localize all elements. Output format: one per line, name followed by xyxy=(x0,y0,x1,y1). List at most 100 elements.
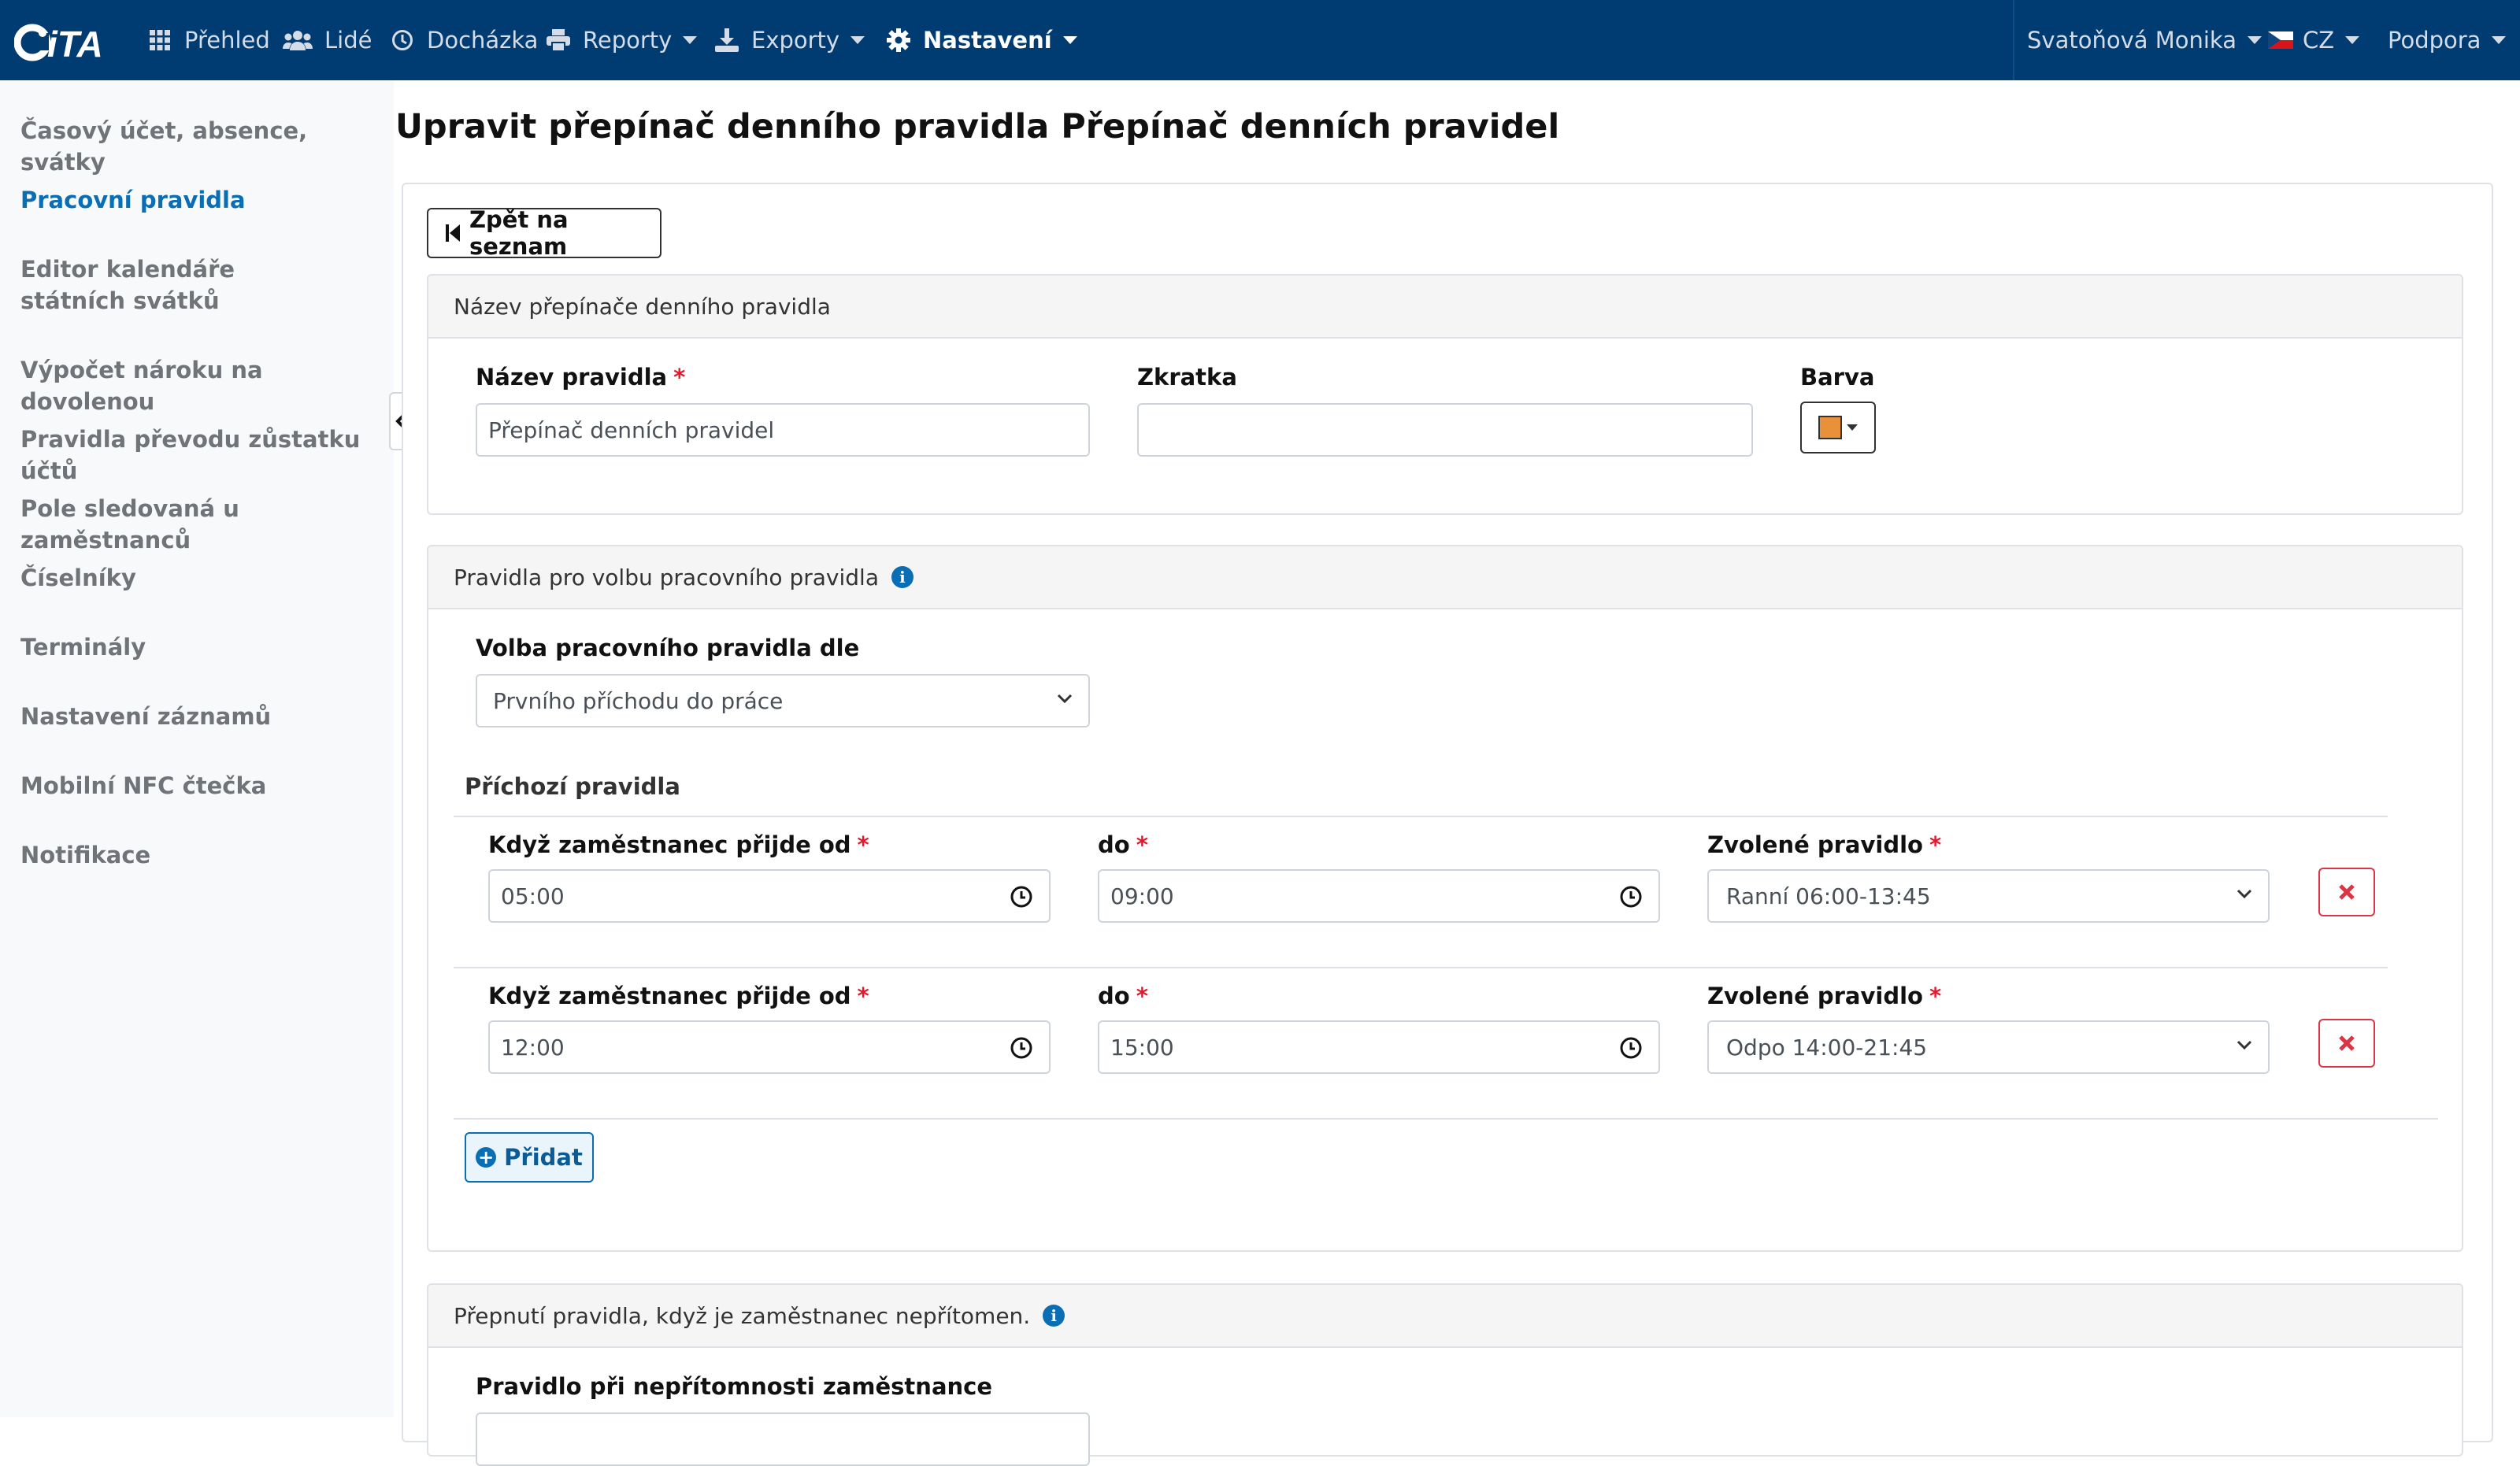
nav-item-label: Exporty xyxy=(751,27,840,54)
color-picker-button[interactable] xyxy=(1800,402,1876,453)
arrival-to-time-input[interactable]: 09:00 xyxy=(1098,869,1660,923)
nav-item-label: Lidé xyxy=(324,27,372,54)
rule-name-value: Přepínač denních pravidel xyxy=(488,416,775,443)
required-asterisk: * xyxy=(1136,831,1148,858)
back-button-label: Zpět na seznam xyxy=(469,206,569,260)
arrival-from-label-text: Když zaměstnanec přijde od xyxy=(488,983,851,1009)
page-title: Upravit přepínač denního pravidla Přepín… xyxy=(395,107,1560,146)
sidebar-item-mobilni-nfc[interactable]: Mobilní NFC čtečka xyxy=(20,770,375,801)
arrival-to-time-input[interactable]: 15:00 xyxy=(1098,1020,1660,1074)
divider xyxy=(454,967,2388,968)
abbreviation-input[interactable] xyxy=(1137,403,1753,457)
nav-item-label: Docházka xyxy=(427,27,539,54)
absence-rule-select[interactable] xyxy=(476,1412,1090,1466)
users-icon xyxy=(282,27,313,54)
sidebar: Časový účet, absence, svátky Pracovní pr… xyxy=(0,80,394,1417)
color-swatch xyxy=(1818,416,1842,439)
arrival-to-value: 09:00 xyxy=(1110,883,1174,909)
user-menu[interactable]: Svatoňová Monika xyxy=(2027,0,2262,80)
name-panel-header: Název přepínače denního pravidla xyxy=(428,276,2462,339)
step-backward-icon xyxy=(446,224,460,242)
rule-name-input[interactable]: Přepínač denních pravidel xyxy=(476,403,1090,457)
back-to-list-button[interactable]: Zpět na seznam xyxy=(427,206,662,260)
sidebar-item-casovy-ucet[interactable]: Časový účet, absence, svátky xyxy=(20,115,375,178)
sidebar-item-notifikace[interactable]: Notifikace xyxy=(20,839,375,871)
arrival-from-label-text: Když zaměstnanec přijde od xyxy=(488,831,851,858)
nav-item-exporty[interactable]: Exporty xyxy=(713,0,865,80)
sidebar-item-ciselniky[interactable]: Číselníky xyxy=(20,562,375,594)
absence-rule-label: Pravidlo při nepřítomnosti zaměstnance xyxy=(476,1373,993,1400)
selected-rule-label: Zvolené pravidlo * xyxy=(1707,983,1941,1009)
chevron-down-icon xyxy=(1057,693,1073,704)
arrival-from-time-input[interactable]: 12:00 xyxy=(488,1020,1051,1074)
arrival-to-label: do * xyxy=(1098,831,1148,858)
arrival-to-value: 15:00 xyxy=(1110,1034,1174,1061)
chevron-down-icon xyxy=(683,36,698,44)
divider xyxy=(454,816,2388,817)
chevron-down-icon xyxy=(1847,424,1858,431)
nav-divider xyxy=(2013,0,2014,80)
nav-item-label: Přehled xyxy=(184,27,270,54)
chevron-down-icon xyxy=(2247,36,2262,44)
sidebar-item-editor-kalendare[interactable]: Editor kalendáře státních svátků xyxy=(20,254,335,317)
rules-panel-title: Pravidla pro volbu pracovního pravidla xyxy=(454,564,879,590)
absence-panel-title: Přepnutí pravidla, když je zaměstnanec n… xyxy=(454,1302,1031,1329)
sidebar-item-pole-sledovana[interactable]: Pole sledovaná u zaměstnanců xyxy=(20,493,375,556)
required-asterisk: * xyxy=(1929,831,1942,858)
nav-item-label: Nastavení xyxy=(923,27,1052,54)
add-rule-button[interactable]: + Přidat xyxy=(465,1132,594,1183)
info-icon[interactable]: i xyxy=(891,566,914,588)
selected-rule-select[interactable]: Odpo 14:00-21:45 xyxy=(1707,1020,2270,1074)
nav-item-label: Reporty xyxy=(583,27,673,54)
delete-row-button[interactable] xyxy=(2318,1019,2375,1068)
arrival-from-time-input[interactable]: 05:00 xyxy=(488,869,1051,923)
language-label: CZ xyxy=(2303,27,2335,54)
required-asterisk: * xyxy=(1136,983,1148,1009)
chevron-down-icon xyxy=(2236,888,2252,899)
add-button-label: Přidat xyxy=(504,1144,583,1171)
absence-panel-header: Přepnutí pravidla, když je zaměstnanec n… xyxy=(428,1285,2462,1348)
required-asterisk: * xyxy=(857,983,869,1009)
clock-icon xyxy=(389,27,416,54)
nav-item-nastaveni[interactable]: Nastavení xyxy=(885,0,1077,80)
rule-name-label-text: Název pravidla xyxy=(476,364,668,391)
nav-item-dochazka[interactable]: Docházka xyxy=(389,0,538,80)
info-icon[interactable]: i xyxy=(1043,1305,1065,1327)
sidebar-item-vypocet-naroku[interactable]: Výpočet nároku na dovolenou xyxy=(20,354,375,417)
czech-flag-icon xyxy=(2268,31,2293,49)
close-icon xyxy=(2339,1035,2355,1051)
print-icon xyxy=(545,27,572,54)
selected-rule-label-text: Zvolené pravidlo xyxy=(1707,831,1923,858)
nav-item-reporty[interactable]: Reporty xyxy=(545,0,698,80)
clock-icon[interactable] xyxy=(1010,885,1033,909)
sidebar-item-pracovni-pravidla[interactable]: Pracovní pravidla xyxy=(20,184,375,216)
arrival-from-label: Když zaměstnanec přijde od * xyxy=(488,831,869,858)
arrival-rules-title: Příchozí pravidla xyxy=(465,773,680,800)
top-navbar: iTA Přehled Lidé Docházka Reporty Export… xyxy=(0,0,2520,80)
chevron-down-icon xyxy=(1062,36,1077,44)
support-menu[interactable]: Podpora xyxy=(2388,0,2507,80)
rules-panel-header: Pravidla pro volbu pracovního pravidla i xyxy=(428,546,2462,609)
clock-icon[interactable] xyxy=(1619,1036,1643,1060)
selected-rule-select[interactable]: Ranní 06:00-13:45 xyxy=(1707,869,2270,923)
rule-choice-label: Volba pracovního pravidla dle xyxy=(476,635,860,661)
app-logo[interactable]: iTA xyxy=(14,20,120,63)
rule-choice-value: Prvního příchodu do práce xyxy=(493,687,784,714)
language-menu[interactable]: CZ xyxy=(2268,0,2360,80)
delete-row-button[interactable] xyxy=(2318,868,2375,916)
rule-choice-select[interactable]: Prvního příchodu do práce xyxy=(476,674,1090,727)
nav-item-lide[interactable]: Lidé xyxy=(282,0,372,80)
arrival-to-label: do * xyxy=(1098,983,1148,1009)
nav-item-prehled[interactable]: Přehled xyxy=(146,0,270,80)
user-name: Svatoňová Monika xyxy=(2027,27,2236,54)
clock-icon[interactable] xyxy=(1010,1036,1033,1060)
arrival-to-label-text: do xyxy=(1098,983,1130,1009)
sidebar-item-pravidla-prevodu[interactable]: Pravidla převodu zůstatku účtů xyxy=(20,424,375,487)
clock-icon[interactable] xyxy=(1619,885,1643,909)
selected-rule-value: Ranní 06:00-13:45 xyxy=(1726,883,1931,909)
rule-name-label: Název pravidla * xyxy=(476,364,685,391)
sidebar-item-terminaly[interactable]: Terminály xyxy=(20,631,375,663)
sidebar-item-nastaveni-zaznamu[interactable]: Nastavení záznamů xyxy=(20,701,375,732)
divider xyxy=(454,1118,2438,1120)
chevron-down-icon xyxy=(2236,1039,2252,1050)
